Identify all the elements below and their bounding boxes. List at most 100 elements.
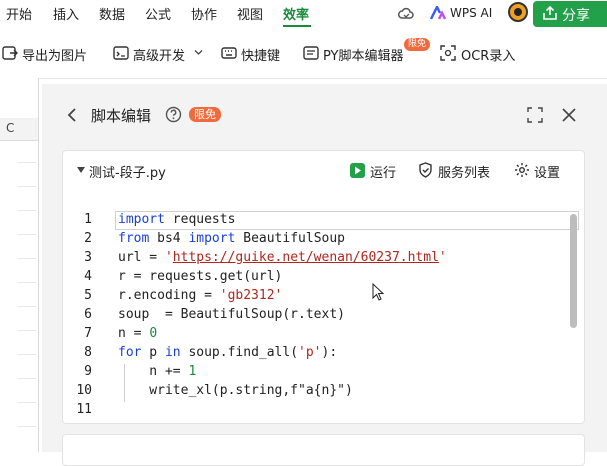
line-number: 4 [84,269,92,284]
collapse-triangle-icon[interactable] [77,166,85,174]
code-line[interactable]: write_xl(p.string,f"a{n}") [118,383,353,398]
line-number: 1 [84,212,92,227]
code-line[interactable]: r.encoding = 'gb2312' [118,288,282,303]
code-token: https://guike.net/wenan/60237.html [172,250,439,265]
shield-icon [418,162,433,178]
code-token: n = [118,326,150,341]
menu-insert[interactable]: 插入 [53,4,79,23]
code-line[interactable]: from bs4 import BeautifulSoup [118,231,345,246]
code-line[interactable]: soup = BeautifulSoup(r.text) [118,307,345,322]
py-editor-badge: 限免 [404,38,431,51]
code-token: soup = BeautifulSoup(r.text) [118,307,345,322]
grid-line [18,234,36,235]
code-line[interactable]: n = 0 [118,326,157,341]
close-icon[interactable] [562,108,576,122]
code-line[interactable]: r = requests.get(url) [118,269,282,284]
grid-line [18,378,36,379]
python-editor-icon [303,45,319,61]
wps-ai-label[interactable]: WPS AI [450,6,492,20]
settings-button[interactable]: 设置 [534,162,560,181]
ocr-button[interactable]: OCR录入 [461,45,515,64]
menu-collab[interactable]: 协作 [191,4,217,23]
menu-efficiency[interactable]: 效率 [283,4,309,23]
menu-data[interactable]: 数据 [99,4,125,23]
help-icon[interactable] [165,106,182,123]
grid-line [18,258,36,259]
line-number: 3 [84,250,92,265]
code-token: for [118,345,142,360]
code-dev-icon [113,45,129,61]
line-number: 6 [84,307,92,322]
panel-badge: 限免 [189,107,221,122]
grid-line [18,330,36,331]
line-number: 10 [76,383,92,398]
code-token: from [118,231,150,246]
code-token: soup.find_all( [180,345,299,360]
menu-view[interactable]: 视图 [237,4,263,23]
code-token: 'p' [298,345,322,360]
run-icon [350,163,365,178]
code-line[interactable]: n += 1 [118,364,196,379]
line-number: 8 [84,345,92,360]
indent-guide [124,383,125,402]
code-token: r.encoding = [118,288,220,303]
chevron-down-icon[interactable] [194,49,203,56]
code-token: requests [164,212,236,227]
code-token: ): [321,345,338,360]
grid-line [18,210,36,211]
code-token: url = [118,250,165,265]
code-token: import [188,231,236,246]
keyboard-icon [221,45,237,61]
line-number: 2 [84,231,92,246]
share-label: 分享 [562,8,590,24]
advanced-dev-button[interactable]: 高级开发 [133,45,185,64]
run-button[interactable]: 运行 [370,162,396,181]
grid-line [18,306,36,307]
code-token: write_xl(p.string,f"a{n}") [118,383,353,398]
expand-icon[interactable] [527,107,543,123]
panel-title: 脚本编辑 [91,107,152,125]
script-file-name[interactable]: 测试-段子.py [89,162,166,181]
code-line[interactable]: for p in soup.find_all('p'): [118,345,337,360]
code-token: 0 [149,326,158,341]
secondary-card [62,434,585,466]
grid-line [18,402,36,403]
code-token: p [141,345,165,360]
line-number: 9 [84,364,92,379]
grid-line [18,162,36,163]
editor-scrollbar[interactable] [570,214,577,328]
avatar[interactable] [508,2,528,22]
py-editor-button[interactable]: PY脚本编辑器 [323,45,404,64]
code-token: 'gb2312' [219,288,283,303]
export-image-button[interactable]: 导出为图片 [22,45,87,64]
menu-formula[interactable]: 公式 [145,4,171,23]
grid-line [18,282,36,283]
wps-ai-icon [430,6,446,20]
column-header[interactable]: C [0,118,38,141]
code-token: r = requests.get(url) [118,269,283,284]
grid-line [18,186,36,187]
line-number: 11 [76,402,92,417]
mouse-cursor-icon [372,283,384,301]
shortcuts-button[interactable]: 快捷键 [241,45,280,64]
indent-guide [124,364,125,383]
code-token: ' [164,250,173,265]
line-number: 7 [84,326,92,341]
share-icon [542,5,558,21]
code-line[interactable]: import requests [118,212,235,227]
ocr-scan-icon [440,45,456,61]
code-token: bs4 [149,231,189,246]
share-button[interactable]: 分享 [533,1,607,27]
code-token: in [164,345,181,360]
back-arrow-icon[interactable] [66,107,78,123]
service-list-button[interactable]: 服务列表 [438,162,490,181]
grid-line [18,354,36,355]
cloud-icon[interactable] [397,5,415,21]
gear-icon [514,162,530,178]
code-token: 1 [188,364,197,379]
grid-line [18,426,36,427]
menu-start[interactable]: 开始 [6,4,32,23]
code-token: import [118,212,165,227]
code-line[interactable]: url = 'https://guike.net/wenan/60237.htm… [118,250,447,265]
code-token: BeautifulSoup [235,231,345,246]
